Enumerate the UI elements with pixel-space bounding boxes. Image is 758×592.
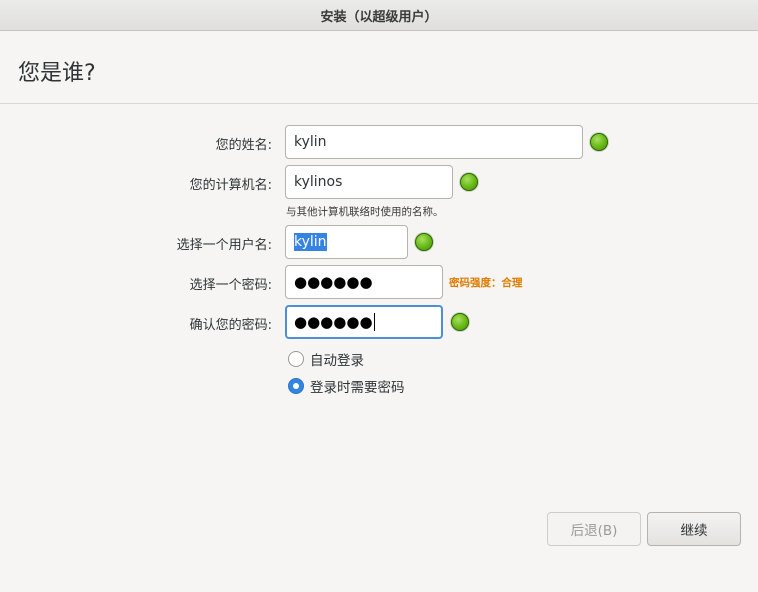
window-titlebar: 安装（以超级用户） [0, 0, 758, 31]
computer-name-value: kylinos [294, 174, 343, 190]
require-password-radio[interactable] [288, 378, 304, 394]
password-value: ●●●●●● [294, 273, 373, 291]
username-label: 选择一个用户名: [176, 238, 272, 253]
require-password-option[interactable]: 登录时需要密码 [288, 376, 405, 396]
username-valid-icon [415, 233, 433, 251]
password-strength: 密码强度：合理 [449, 277, 523, 289]
page-header: 您是谁? [0, 31, 758, 104]
confirm-password-label: 确认您的密码: [189, 318, 272, 333]
name-valid-icon [590, 133, 608, 151]
window-title: 安装（以超级用户） [320, 9, 438, 25]
back-button[interactable]: 后退(B) [547, 512, 641, 546]
page-title: 您是谁? [18, 61, 96, 86]
confirm-password-input[interactable]: ●●●●●● [285, 305, 443, 339]
require-password-label: 登录时需要密码 [310, 380, 405, 396]
computer-name-hint: 与其他计算机联络时使用的名称。 [286, 206, 444, 218]
continue-button[interactable]: 继续 [647, 512, 741, 546]
username-value: kylin [294, 233, 327, 251]
name-input-value: kylin [294, 134, 327, 150]
computer-name-input[interactable]: kylinos [285, 165, 453, 199]
password-label: 选择一个密码: [189, 278, 272, 293]
auto-login-label: 自动登录 [310, 353, 364, 369]
username-input[interactable]: kylin [285, 225, 408, 259]
auto-login-option[interactable]: 自动登录 [288, 349, 364, 369]
confirm-password-value: ●●●●●● [294, 313, 373, 331]
name-input[interactable]: kylin [285, 125, 583, 159]
computer-name-label: 您的计算机名: [189, 178, 272, 193]
auto-login-radio[interactable] [288, 351, 304, 367]
password-input[interactable]: ●●●●●● [285, 265, 443, 299]
confirm-password-valid-icon [451, 313, 469, 331]
computer-name-valid-icon [460, 173, 478, 191]
text-caret [373, 313, 375, 331]
name-label: 您的姓名: [215, 138, 272, 153]
